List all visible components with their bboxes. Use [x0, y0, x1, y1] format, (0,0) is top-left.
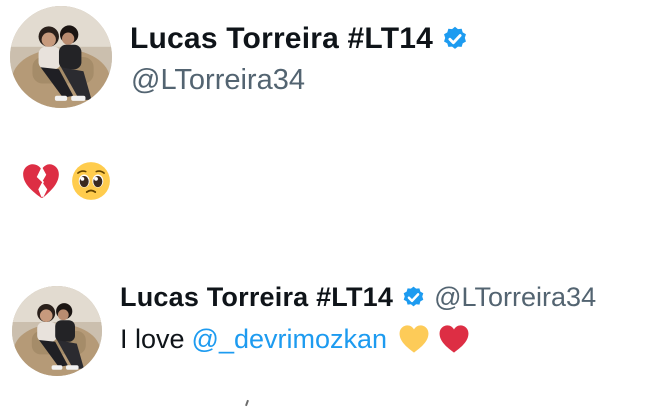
pleading-face-icon: [72, 162, 110, 200]
handle[interactable]: @LTorreira34: [131, 64, 305, 97]
handle[interactable]: @LTorreira34: [434, 282, 596, 313]
mention-link[interactable]: @_devrimozkan: [192, 324, 388, 355]
avatar[interactable]: [12, 286, 102, 376]
profile-photo: [10, 6, 112, 108]
author-name-row: Lucas Torreira #LT14: [130, 22, 469, 56]
broken-heart-icon: [23, 164, 59, 198]
verified-badge-icon: [444, 26, 466, 49]
verified-badge-icon: [403, 286, 424, 307]
avatar[interactable]: [10, 6, 112, 108]
author-name-row: Lucas Torreira #LT14 @LTorreira34: [120, 282, 596, 313]
yellow-heart-icon: [399, 325, 429, 353]
display-name[interactable]: Lucas Torreira #LT14: [120, 282, 393, 313]
red-heart-icon: [439, 325, 469, 353]
tweet-text: [20, 160, 112, 202]
divider-mark: [245, 399, 249, 407]
display-name[interactable]: Lucas Torreira #LT14: [130, 22, 433, 56]
tweet-text: I love @_devrimozkan: [120, 322, 471, 356]
profile-photo: [12, 286, 102, 376]
tweet-text-content: I love: [120, 323, 185, 354]
